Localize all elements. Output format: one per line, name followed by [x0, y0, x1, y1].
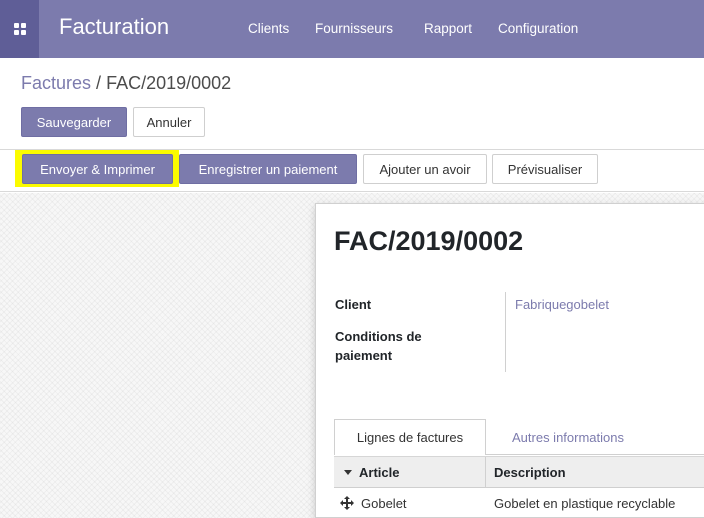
statusbar: Envoyer & Imprimer Enregistrer un paieme…	[0, 150, 704, 192]
payment-terms-label-line2: paiement	[335, 348, 393, 363]
preview-button[interactable]: Prévisualiser	[492, 154, 598, 184]
top-navbar: Facturation Clients Fournisseurs Rapport…	[0, 0, 704, 58]
row-description: Gobelet en plastique recyclable	[494, 496, 676, 511]
apps-grid-icon	[13, 23, 26, 35]
discard-button[interactable]: Annuler	[133, 107, 205, 137]
client-value-link[interactable]: Fabriquegobelet	[515, 297, 609, 312]
client-label: Client	[335, 297, 372, 312]
control-panel: Factures / FAC/2019/0002 Sauvegarder Ann…	[0, 58, 704, 150]
app-title[interactable]: Facturation	[59, 14, 169, 40]
invoice-number: FAC/2019/0002	[334, 226, 524, 256]
apps-menu-button[interactable]	[0, 0, 39, 58]
add-credit-note-button[interactable]: Ajouter un avoir	[363, 154, 487, 184]
breadcrumb-current: FAC/2019/0002	[106, 73, 232, 93]
lines-table-header: Article Description	[334, 456, 704, 488]
menu-fournisseurs[interactable]: Fournisseurs	[315, 21, 393, 36]
invoice-sheet: FAC/2019/0002 Client Conditions de paiem…	[315, 203, 704, 518]
menu-clients[interactable]: Clients	[248, 21, 289, 36]
field-separator	[505, 292, 506, 372]
menu-configuration[interactable]: Configuration	[498, 21, 578, 36]
register-payment-button[interactable]: Enregistrer un paiement	[179, 154, 357, 184]
caret-down-icon	[344, 470, 352, 475]
save-button[interactable]: Sauvegarder	[21, 107, 127, 137]
menu-rapport[interactable]: Rapport	[424, 21, 472, 36]
tab-invoice-lines[interactable]: Lignes de factures	[334, 419, 486, 455]
breadcrumb-parent[interactable]: Factures	[21, 73, 91, 93]
column-description-header[interactable]: Description	[494, 457, 566, 488]
move-handle-icon[interactable]	[340, 495, 354, 511]
column-article-header[interactable]: Article	[344, 457, 399, 488]
payment-terms-label: Conditions de paiement	[335, 327, 422, 365]
tab-divider	[486, 454, 704, 455]
table-row[interactable]: Gobelet Gobelet en plastique recyclable	[334, 488, 704, 518]
send-print-button[interactable]: Envoyer & Imprimer	[22, 154, 173, 184]
breadcrumb: Factures / FAC/2019/0002	[21, 73, 231, 94]
tab-other-info[interactable]: Autres informations	[498, 419, 638, 455]
column-article-label: Article	[359, 465, 400, 480]
payment-terms-label-line1: Conditions de	[335, 329, 422, 344]
column-separator	[485, 457, 486, 488]
row-article: Gobelet	[361, 496, 407, 511]
breadcrumb-separator: /	[96, 73, 102, 93]
